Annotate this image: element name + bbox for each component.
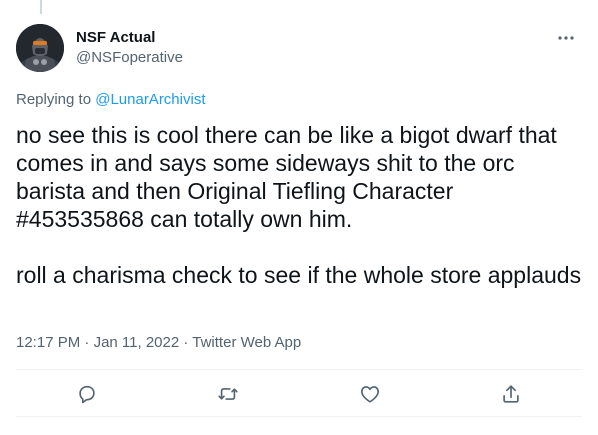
action-bar <box>16 372 582 416</box>
like-button[interactable] <box>352 376 388 412</box>
more-horizontal-icon <box>558 36 574 40</box>
avatar[interactable] <box>16 24 64 72</box>
replying-to-link[interactable]: @LunarArchivist <box>95 91 205 108</box>
display-name[interactable]: NSF Actual <box>76 28 183 48</box>
retweet-icon <box>218 388 238 400</box>
tweet-source[interactable]: Twitter Web App <box>192 334 301 351</box>
tweet-date[interactable]: Jan 11, 2022 <box>94 334 180 351</box>
user-handle[interactable]: @NSFoperative <box>76 48 183 68</box>
retweet-button[interactable] <box>210 376 246 412</box>
thread-connector <box>40 0 42 14</box>
user-names: NSF Actual @NSFoperative <box>76 28 183 68</box>
more-icon[interactable] <box>554 28 578 48</box>
share-button[interactable] <box>493 376 529 412</box>
meta-separator: · <box>80 334 94 351</box>
tweet-time[interactable]: 12:17 PM <box>16 334 80 351</box>
tweet-text: no see this is cool there can be like a … <box>16 122 582 288</box>
replying-prefix: Replying to <box>16 91 96 108</box>
meta-separator: · <box>179 334 193 351</box>
share-icon <box>503 385 519 403</box>
replying-to: Replying to @LunarArchivist <box>16 90 206 110</box>
divider <box>16 416 582 417</box>
tweet-metadata: 12:17 PM · Jan 11, 2022 · Twitter Web Ap… <box>16 333 301 353</box>
avatar-image <box>16 24 64 72</box>
divider <box>16 369 582 370</box>
reply-button[interactable] <box>69 376 105 412</box>
reply-icon <box>79 385 95 404</box>
tweet-header: NSF Actual @NSFoperative <box>16 24 582 74</box>
heart-icon <box>360 386 379 403</box>
